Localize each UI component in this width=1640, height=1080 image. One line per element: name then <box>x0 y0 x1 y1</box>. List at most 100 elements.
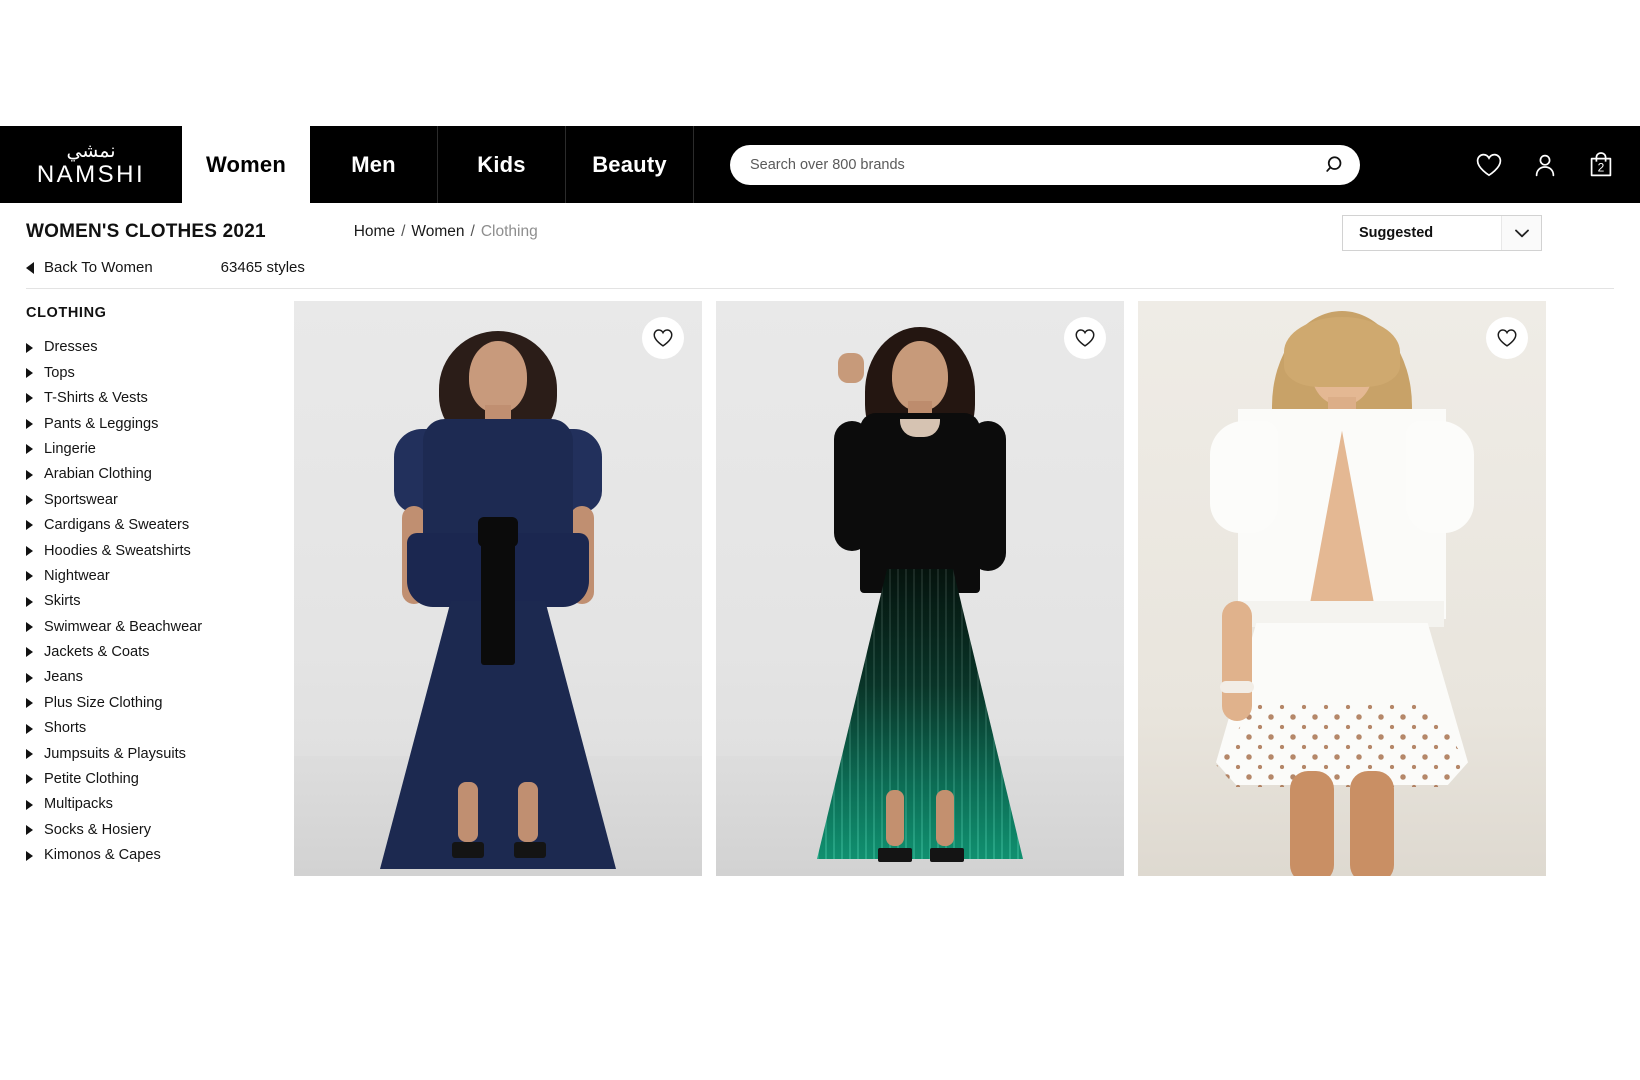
sidebar-item-shorts[interactable]: Shorts <box>26 716 294 741</box>
sidebar-item-label: Arabian Clothing <box>44 466 152 483</box>
header-icon-group: 2 <box>1468 126 1640 203</box>
styles-count: 63465 styles <box>220 259 305 276</box>
content-area: CLOTHING Dresses Tops T-Shirts & Vests P… <box>0 289 1640 909</box>
wishlist-toggle-button[interactable] <box>1486 317 1528 359</box>
caret-right-icon <box>26 545 33 556</box>
sidebar-item-pants-leggings[interactable]: Pants & Leggings <box>26 411 294 436</box>
search-input[interactable] <box>730 144 1360 185</box>
sidebar-item-jumpsuits-playsuits[interactable]: Jumpsuits & Playsuits <box>26 741 294 766</box>
product-card[interactable] <box>294 301 702 876</box>
sidebar-item-swimwear-beachwear[interactable]: Swimwear & Beachwear <box>26 614 294 639</box>
product-grid <box>294 289 1640 909</box>
sidebar-item-tshirts-vests[interactable]: T-Shirts & Vests <box>26 386 294 411</box>
heart-icon <box>1075 329 1095 347</box>
nav-item-kids[interactable]: Kids <box>438 126 566 203</box>
page-title: WOMEN'S CLOTHES 2021 <box>26 221 266 242</box>
sidebar-item-skirts[interactable]: Skirts <box>26 589 294 614</box>
breadcrumb-separator-1: / <box>401 223 406 240</box>
sidebar-item-cardigans-sweaters[interactable]: Cardigans & Sweaters <box>26 513 294 538</box>
breadcrumb: Home / Women / Clothing <box>354 223 538 241</box>
sidebar-item-petite-clothing[interactable]: Petite Clothing <box>26 767 294 792</box>
caret-right-icon <box>26 825 33 836</box>
nav-item-men[interactable]: Men <box>310 126 438 203</box>
sidebar-item-nightwear[interactable]: Nightwear <box>26 564 294 589</box>
product-image <box>1138 301 1546 876</box>
sidebar-item-label: Lingerie <box>44 440 96 457</box>
nav-label-kids: Kids <box>477 151 526 177</box>
sidebar-item-label: Skirts <box>44 593 81 610</box>
caret-right-icon <box>26 342 33 353</box>
search-box <box>730 144 1360 185</box>
wishlist-toggle-button[interactable] <box>1064 317 1106 359</box>
sidebar-item-label: Shorts <box>44 720 87 737</box>
nav-item-beauty[interactable]: Beauty <box>566 126 694 203</box>
sidebar-item-label: Jeans <box>44 669 83 686</box>
sidebar-item-hoodies-sweatshirts[interactable]: Hoodies & Sweatshirts <box>26 538 294 563</box>
sidebar-item-tops[interactable]: Tops <box>26 360 294 385</box>
sidebar-item-label: Pants & Leggings <box>44 415 159 432</box>
sidebar-item-jeans[interactable]: Jeans <box>26 665 294 690</box>
search-area <box>694 126 1468 203</box>
sidebar-item-plus-size-clothing[interactable]: Plus Size Clothing <box>26 690 294 715</box>
heart-icon <box>653 329 673 347</box>
sidebar-item-label: Jumpsuits & Playsuits <box>44 745 186 762</box>
bag-icon[interactable]: 2 <box>1586 150 1616 180</box>
wishlist-icon[interactable] <box>1474 150 1504 180</box>
page-root: نمشي NAMSHI Women Men Kids Beauty Search… <box>0 0 1640 1080</box>
sidebar-item-label: Kimonos & Capes <box>44 847 161 864</box>
chevron-down-glyph <box>1514 229 1529 237</box>
product-image <box>294 301 702 876</box>
account-person-glyph <box>1535 154 1555 176</box>
breadcrumb-item-women[interactable]: Women <box>411 223 464 241</box>
sidebar-item-multipacks[interactable]: Multipacks <box>26 792 294 817</box>
namshi-logo[interactable]: نمشي NAMSHI <box>0 126 182 203</box>
caret-right-icon <box>26 799 33 810</box>
logo-arabic-text: نمشي <box>66 140 116 162</box>
caret-right-icon <box>26 520 33 531</box>
back-arrow-icon <box>26 261 34 274</box>
sidebar-item-label: Plus Size Clothing <box>44 694 163 711</box>
sidebar-item-jackets-coats[interactable]: Jackets & Coats <box>26 640 294 665</box>
caret-right-icon <box>26 774 33 785</box>
category-list: Dresses Tops T-Shirts & Vests Pants & Le… <box>26 335 294 868</box>
nav-label-men: Men <box>351 151 396 177</box>
category-sidebar: CLOTHING Dresses Tops T-Shirts & Vests P… <box>0 289 294 909</box>
heart-icon <box>1497 329 1517 347</box>
back-to-women-link[interactable]: Back To Women <box>26 259 153 276</box>
logo-english-text: NAMSHI <box>36 161 146 188</box>
sort-selected-value: Suggested <box>1359 225 1434 241</box>
sidebar-item-label: Nightwear <box>44 567 110 584</box>
wishlist-toggle-button[interactable] <box>642 317 684 359</box>
search-icon[interactable] <box>1324 153 1348 177</box>
sidebar-item-sportswear[interactable]: Sportswear <box>26 487 294 512</box>
sidebar-item-label: Tops <box>44 364 75 381</box>
viewport-top-gap <box>0 0 1640 126</box>
caret-right-icon <box>26 647 33 658</box>
sidebar-item-dresses[interactable]: Dresses <box>26 335 294 360</box>
sidebar-item-arabian-clothing[interactable]: Arabian Clothing <box>26 462 294 487</box>
sidebar-item-socks-hosiery[interactable]: Socks & Hosiery <box>26 817 294 842</box>
site-header: نمشي NAMSHI Women Men Kids Beauty Search… <box>0 126 1640 203</box>
sidebar-item-label: Cardigans & Sweaters <box>44 517 190 534</box>
breadcrumb-item-home[interactable]: Home <box>354 223 395 241</box>
sidebar-item-label: T-Shirts & Vests <box>44 390 148 407</box>
sort-dropdown[interactable]: Suggested <box>1342 215 1542 251</box>
sidebar-item-label: Dresses <box>44 339 98 356</box>
sidebar-item-lingerie[interactable]: Lingerie <box>26 437 294 462</box>
wishlist-heart-glyph <box>1476 153 1502 176</box>
sidebar-item-label: Hoodies & Sweatshirts <box>44 542 191 559</box>
caret-right-icon <box>26 393 33 404</box>
nav-item-women[interactable]: Women <box>182 126 310 203</box>
caret-right-icon <box>26 469 33 480</box>
caret-right-icon <box>26 495 33 506</box>
product-card[interactable] <box>716 301 1124 876</box>
breadcrumb-item-clothing: Clothing <box>480 223 538 240</box>
back-link-label: Back To Women <box>44 259 153 276</box>
sidebar-item-kimonos-capes[interactable]: Kimonos & Capes <box>26 843 294 868</box>
sidebar-item-label: Swimwear & Beachwear <box>44 618 203 635</box>
caret-right-icon <box>26 596 33 607</box>
viewport-bottom-gap <box>0 925 1640 1080</box>
product-card[interactable] <box>1138 301 1546 876</box>
sidebar-heading: CLOTHING <box>26 305 107 321</box>
account-icon[interactable] <box>1530 150 1560 180</box>
